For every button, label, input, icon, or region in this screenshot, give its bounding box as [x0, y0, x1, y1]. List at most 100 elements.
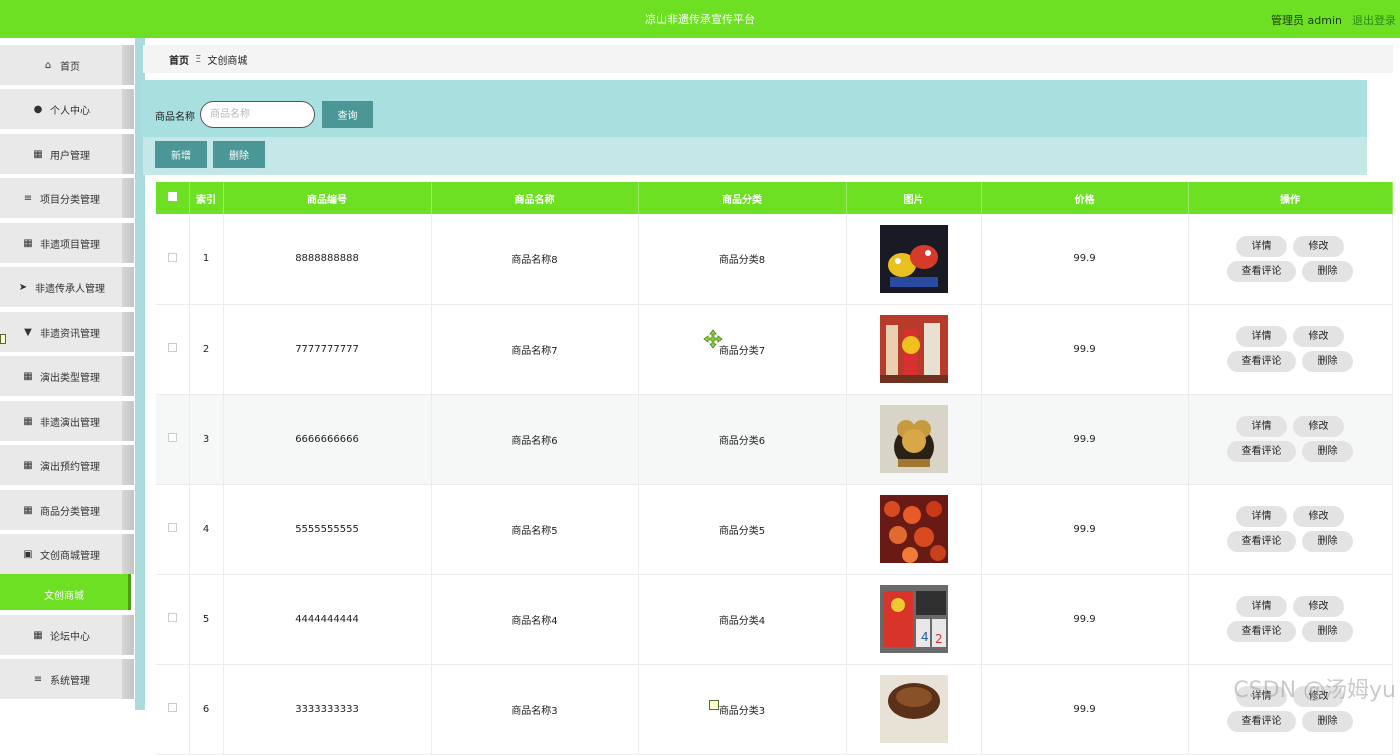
col-header-category: 商品分类 — [638, 182, 847, 214]
view-comments-button[interactable]: 查看评论 — [1227, 711, 1296, 732]
cell-index: 4 — [189, 484, 224, 575]
sidebar-item-8[interactable]: ▦ 非遗演出管理 — [0, 401, 134, 441]
detail-button[interactable]: 详情 — [1236, 506, 1287, 527]
current-user: 管理员 admin — [1271, 14, 1342, 27]
detail-button[interactable]: 详情 — [1236, 416, 1287, 437]
detail-button[interactable]: 详情 — [1236, 326, 1287, 347]
sidebar-item-9[interactable]: ▦ 演出预约管理 — [0, 445, 134, 485]
sidebar-item-4[interactable]: ▦ 非遗项目管理 — [0, 223, 134, 263]
row-checkbox[interactable] — [156, 214, 190, 305]
cell-actions: 详情 修改查看评论 删除 — [1188, 214, 1393, 305]
list-icon: ≡ — [33, 673, 43, 685]
cell-code: 4444444444 — [223, 574, 432, 665]
batch-delete-button[interactable]: 删除 — [213, 141, 265, 168]
svg-text:4: 4 — [921, 630, 929, 644]
row-checkbox[interactable] — [156, 304, 190, 395]
cell-image — [846, 484, 982, 575]
cell-actions: 详情 修改查看评论 删除 — [1188, 574, 1393, 665]
edit-button[interactable]: 修改 — [1293, 326, 1344, 347]
sidebar-item-content: ▦ 非遗项目管理 — [0, 223, 122, 263]
edit-button[interactable]: 修改 — [1293, 596, 1344, 617]
sidebar-item-13[interactable]: ▦ 论坛中心 — [0, 615, 134, 655]
view-comments-button[interactable]: 查看评论 — [1227, 260, 1296, 282]
cell-index: 2 — [189, 304, 224, 395]
delete-button[interactable]: 删除 — [1302, 260, 1353, 282]
select-all-checkbox[interactable] — [156, 182, 190, 214]
sidebar-item-content: ▦ 商品分类管理 — [0, 490, 122, 530]
edit-button[interactable]: 修改 — [1293, 235, 1344, 257]
delete-button[interactable]: 删除 — [1302, 441, 1353, 462]
cell-name: 商品名称3 — [431, 664, 639, 755]
sidebar-item-label: 文创商城管理 — [40, 550, 100, 562]
cell-price: 99.9 — [981, 574, 1189, 665]
send-icon: ➤ — [18, 281, 28, 293]
product-image[interactable] — [879, 495, 948, 563]
delete-button[interactable]: 删除 — [1302, 531, 1353, 552]
cell-image — [846, 304, 982, 395]
grid-icon: ▦ — [33, 629, 43, 641]
sidebar-item-6[interactable]: ▼ 非遗资讯管理 — [0, 312, 134, 352]
sidebar-item-1[interactable]: ● 个人中心 — [0, 89, 134, 129]
col-header-image: 图片 — [846, 182, 982, 214]
breadcrumb-home[interactable]: 首页 — [169, 52, 189, 67]
breadcrumb-separator: Ξ — [195, 53, 202, 65]
product-image[interactable]: 42 — [879, 585, 948, 653]
app-title: 凉山非遗传承宣传平台 — [645, 13, 755, 26]
flag-icon: ▼ — [24, 326, 32, 338]
view-comments-button[interactable]: 查看评论 — [1227, 441, 1296, 462]
sidebar-item-content: ● 个人中心 — [0, 89, 122, 129]
product-image[interactable] — [879, 224, 948, 293]
action-panel — [143, 137, 1367, 175]
top-bar: 凉山非遗传承宣传平台 管理员 admin 退出登录 — [0, 0, 1400, 38]
breadcrumb-current: 文创商城 — [207, 55, 248, 67]
cell-name: 商品名称7 — [431, 304, 639, 395]
delete-button[interactable]: 删除 — [1302, 711, 1353, 732]
sidebar-item-12[interactable]: 文创商城 — [0, 574, 131, 610]
query-button[interactable]: 查询 — [322, 101, 373, 128]
sidebar-item-3[interactable]: ≡ 项目分类管理 — [0, 178, 134, 218]
row-checkbox[interactable] — [156, 664, 190, 755]
cell-name: 商品名称8 — [431, 214, 639, 305]
sidebar-item-fold — [122, 490, 134, 530]
edit-button[interactable]: 修改 — [1293, 416, 1344, 437]
row-checkbox[interactable] — [156, 574, 190, 665]
product-image[interactable] — [879, 405, 948, 473]
sidebar-item-11[interactable]: ▣ 文创商城管理 — [0, 534, 134, 574]
view-comments-button[interactable]: 查看评论 — [1227, 531, 1296, 552]
sidebar-item-10[interactable]: ▦ 商品分类管理 — [0, 490, 134, 530]
cell-category: 商品分类3 — [638, 664, 847, 755]
product-image[interactable] — [879, 675, 948, 743]
sidebar-item-5[interactable]: ➤ 非遗传承人管理 — [0, 267, 134, 307]
row-checkbox[interactable] — [156, 394, 190, 485]
cell-price: 99.9 — [981, 394, 1189, 485]
row-checkbox[interactable] — [156, 484, 190, 575]
cell-code: 7777777777 — [223, 304, 432, 395]
svg-text:2: 2 — [935, 632, 943, 646]
view-comments-button[interactable]: 查看评论 — [1227, 621, 1296, 642]
search-input[interactable] — [200, 101, 315, 128]
product-image[interactable] — [879, 315, 948, 383]
sidebar-item-14[interactable]: ≡ 系统管理 — [0, 659, 134, 699]
sidebar-item-content: 文创商城 — [0, 574, 128, 614]
sidebar-item-fold — [122, 534, 134, 574]
cell-image — [846, 214, 982, 305]
logout-link[interactable]: 退出登录 — [1352, 12, 1396, 28]
sidebar-item-2[interactable]: ▦ 用户管理 — [0, 134, 134, 174]
sidebar-item-7[interactable]: ▦ 演出类型管理 — [0, 356, 134, 396]
sidebar-item-0[interactable]: ⌂ 首页 — [0, 45, 134, 85]
col-header-price: 价格 — [981, 182, 1189, 214]
add-button[interactable]: 新增 — [155, 141, 207, 168]
delete-button[interactable]: 删除 — [1302, 621, 1353, 642]
view-comments-button[interactable]: 查看评论 — [1227, 351, 1296, 372]
detail-button[interactable]: 详情 — [1236, 235, 1287, 257]
sidebar-item-label: 系统管理 — [50, 675, 90, 687]
sidebar-item-fold — [122, 267, 134, 307]
sidebar-item-content: ▦ 论坛中心 — [0, 615, 122, 655]
product-table: 索引 商品编号 商品名称 商品分类 图片 价格 操作 1 8888888888 商品… — [156, 182, 1393, 755]
clipboard-icon: ▣ — [23, 548, 33, 560]
edit-button[interactable]: 修改 — [1293, 506, 1344, 527]
sidebar-item-label: 演出预约管理 — [40, 461, 100, 473]
delete-button[interactable]: 删除 — [1302, 351, 1353, 372]
cell-price: 99.9 — [981, 304, 1189, 395]
detail-button[interactable]: 详情 — [1236, 596, 1287, 617]
